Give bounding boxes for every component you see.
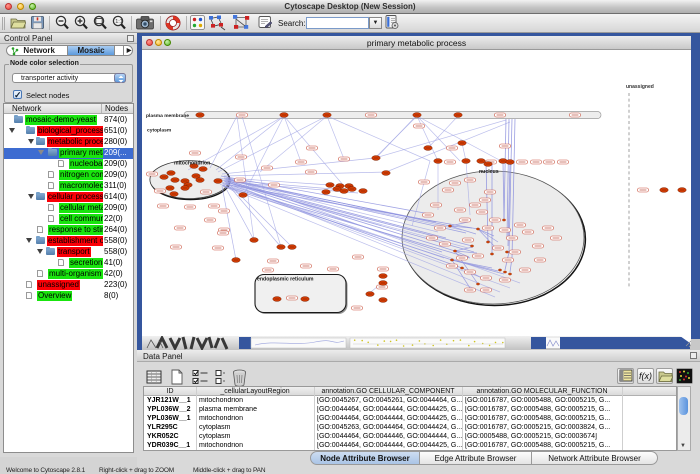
svg-text:nucleus: nucleus (479, 169, 499, 175)
svg-text:plasma membrane: plasma membrane (146, 113, 189, 119)
svg-text:endoplasmic reticulum: endoplasmic reticulum (257, 277, 314, 283)
svg-text:unassigned: unassigned (626, 84, 654, 90)
svg-text:cytoplasm: cytoplasm (147, 128, 172, 134)
svg-text:1:1: 1:1 (115, 19, 123, 25)
svg-text:mitochondrion: mitochondrion (174, 161, 210, 167)
